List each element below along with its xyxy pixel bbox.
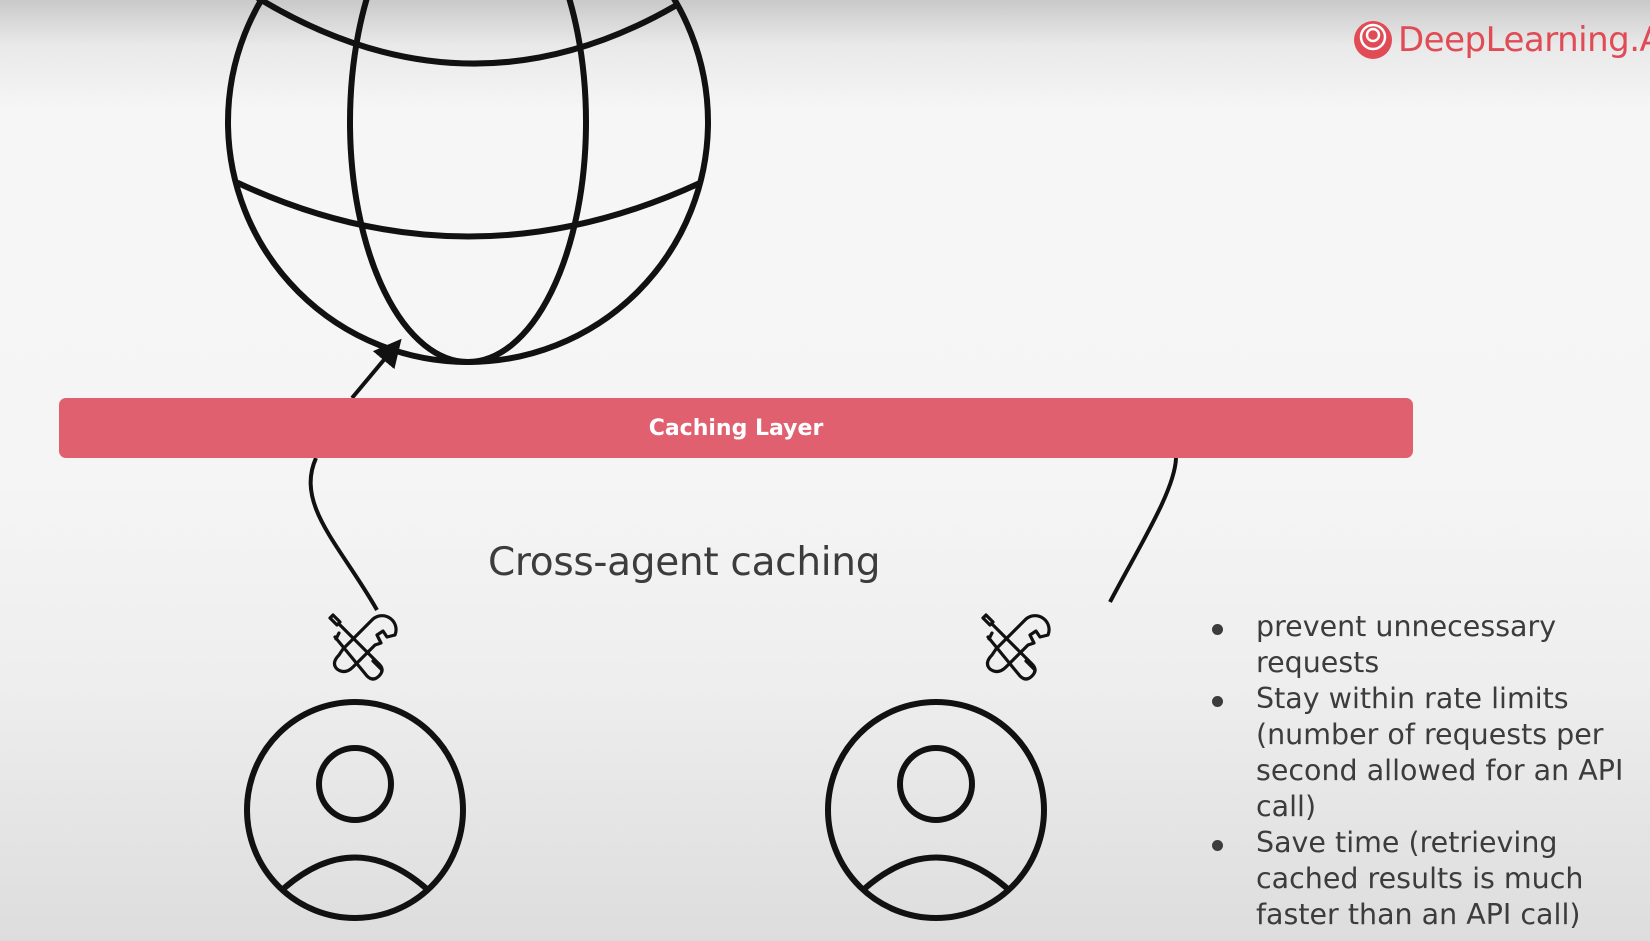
brand-name: DeepLearning.AI [1398, 20, 1650, 60]
left-agent-connector [308, 457, 379, 611]
brand-logo: DeepLearning.AI [1353, 18, 1650, 62]
list-item: Stay within rate limits (number of reque… [1212, 681, 1648, 825]
diagram-subtitle: Cross-agent caching [488, 540, 881, 585]
benefits-list: prevent unnecessary requests Stay within… [1208, 609, 1648, 933]
tools-icon [981, 613, 1051, 681]
caching-layer-bar: Caching Layer [59, 398, 1413, 458]
caching-layer-label: Caching Layer [648, 415, 824, 441]
request-arrow [350, 338, 402, 400]
list-item: prevent unnecessary requests [1212, 609, 1648, 681]
user-icon [244, 699, 466, 921]
globe-icon [225, 0, 711, 365]
list-item: Save time (retrieving cached results is … [1212, 825, 1648, 933]
user-icon [825, 699, 1047, 921]
deeplearning-logo-icon [1354, 21, 1392, 59]
right-agent-connector [1108, 457, 1178, 603]
tools-icon [328, 613, 398, 681]
